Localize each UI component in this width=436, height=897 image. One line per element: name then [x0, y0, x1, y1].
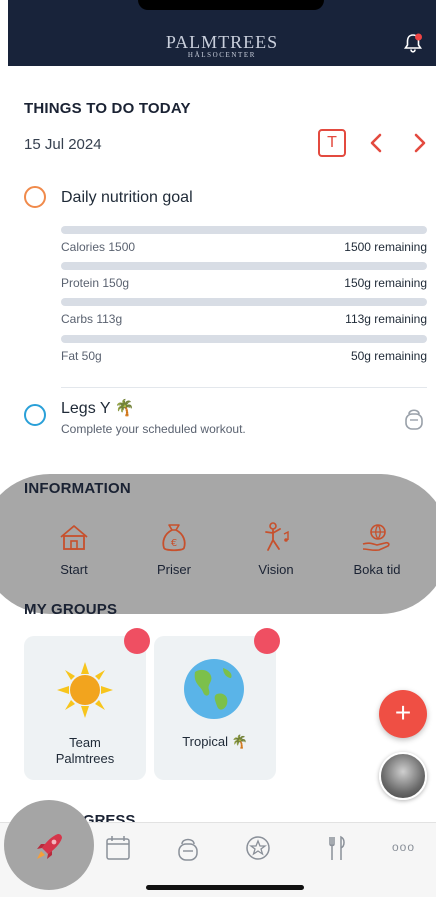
- notification-dot: [124, 628, 150, 654]
- brand-subtitle: HÄLSOCENTER: [187, 51, 257, 59]
- device-notch: [138, 0, 324, 10]
- avatar[interactable]: [379, 752, 427, 800]
- nutrient-remaining: 50g remaining: [350, 349, 427, 363]
- bell-icon[interactable]: [402, 32, 424, 54]
- workout-checkbox[interactable]: [24, 404, 46, 426]
- info-item-boka-tid[interactable]: Boka tid: [337, 520, 417, 577]
- globe-icon: [184, 659, 244, 719]
- my-groups-title: MY GROUPS: [24, 601, 118, 618]
- star-badge-icon[interactable]: [243, 833, 273, 863]
- info-item-priser[interactable]: € Priser: [134, 520, 214, 577]
- group-label-line1: Team: [69, 735, 101, 750]
- chevron-right-icon[interactable]: [410, 130, 430, 156]
- divider: [61, 387, 427, 388]
- nutrient-remaining: 113g remaining: [345, 312, 427, 326]
- info-label: Priser: [157, 562, 191, 577]
- kettlebell-icon[interactable]: [173, 833, 203, 863]
- nutrition-row-carbs: Carbs 113g 113g remaining: [61, 298, 427, 334]
- kettlebell-icon: [405, 409, 423, 430]
- sun-icon: [57, 662, 113, 718]
- nutrient-label: Carbs 113g: [61, 312, 123, 326]
- progress-bar: [61, 298, 427, 306]
- progress-bar: [61, 226, 427, 234]
- svg-text:€: €: [171, 538, 177, 549]
- nutrient-label: Protein 150g: [61, 276, 130, 290]
- info-item-vision[interactable]: Vision: [236, 520, 316, 577]
- group-label-line2: Palmtrees: [55, 751, 115, 766]
- info-label: Vision: [258, 562, 294, 577]
- nutrient-remaining: 1500 remaining: [344, 240, 427, 254]
- brand-logo: PALMTREES HÄLSOCENTER: [8, 33, 436, 60]
- more-icon[interactable]: ooo: [392, 840, 415, 854]
- information-title: INFORMATION: [24, 480, 131, 497]
- things-to-do-title: THINGS TO DO TODAY: [24, 100, 191, 117]
- current-date: 15 Jul 2024: [24, 136, 102, 153]
- group-card-tropical[interactable]: Tropical 🌴: [154, 628, 280, 780]
- dancer-icon: [265, 522, 289, 551]
- home-indicator: [146, 885, 304, 890]
- rocket-icon[interactable]: [32, 830, 66, 864]
- nutrition-row-fat: Fat 50g 50g remaining: [61, 335, 427, 371]
- today-button[interactable]: T: [318, 129, 346, 157]
- globe-hand-icon: [362, 524, 390, 552]
- nutrition-row-protein: Protein 150g 150g remaining: [61, 262, 427, 298]
- info-label: Start: [60, 562, 88, 577]
- nutrient-label: Fat 50g: [61, 349, 102, 363]
- progress-bar: [61, 262, 427, 270]
- house-icon: [60, 525, 88, 550]
- nutrition-checkbox[interactable]: [24, 186, 46, 208]
- progress-bar: [61, 335, 427, 343]
- nutrition-goal-title: Daily nutrition goal: [61, 189, 193, 206]
- workout-subtitle: Complete your scheduled workout.: [61, 422, 246, 436]
- workout-title[interactable]: Legs Y 🌴: [61, 398, 135, 418]
- group-card-team-palmtrees[interactable]: Team Palmtrees: [24, 628, 150, 780]
- notification-dot: [254, 628, 280, 654]
- info-item-start[interactable]: Start: [34, 520, 114, 577]
- calendar-icon[interactable]: [103, 833, 133, 863]
- money-bag-icon: €: [162, 524, 186, 552]
- brand-name: PALMTREES: [165, 32, 279, 52]
- fork-knife-icon[interactable]: [321, 833, 351, 863]
- chevron-left-icon[interactable]: [366, 130, 386, 156]
- add-button[interactable]: +: [379, 690, 427, 738]
- group-label-line1: Tropical 🌴: [182, 734, 248, 749]
- app-header: PALMTREES HÄLSOCENTER: [8, 0, 436, 66]
- nutrient-label: Calories 1500: [61, 240, 136, 254]
- nutrition-row-calories: Calories 1500 1500 remaining: [61, 226, 427, 262]
- info-label: Boka tid: [353, 562, 401, 577]
- nutrient-remaining: 150g remaining: [344, 276, 427, 290]
